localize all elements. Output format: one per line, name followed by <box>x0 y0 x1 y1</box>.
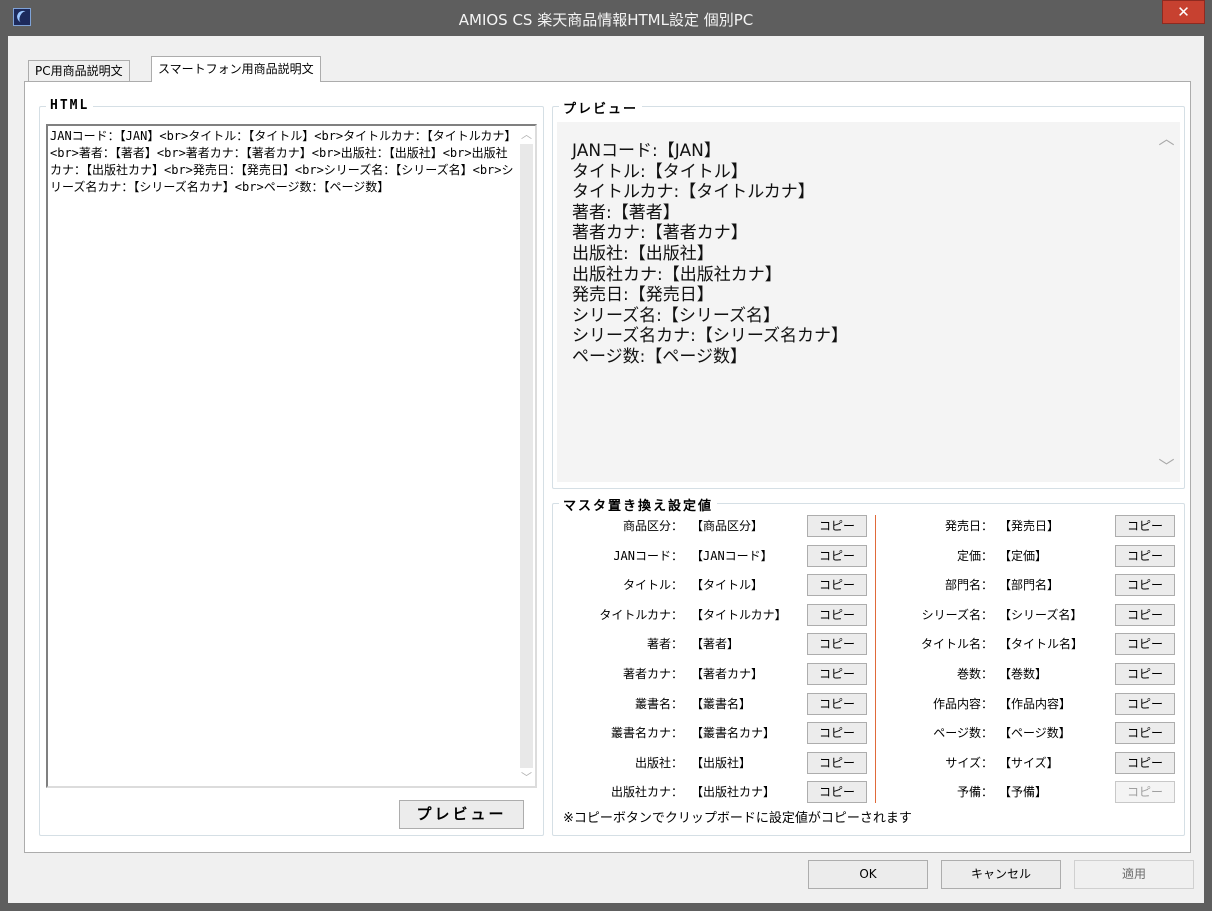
html-textarea-content[interactable]: JANコード：【JAN】<br>タイトル：【タイトル】<br>タイトルカナ：【タ… <box>50 128 517 196</box>
master-row: 定価： 【定価】 コピー <box>553 544 1186 569</box>
master-key-label: ページ数： <box>933 726 993 741</box>
copy-button[interactable]: コピー <box>1115 663 1175 685</box>
master-key-label: シリーズ名： <box>921 607 993 622</box>
master-row: シリーズ名： 【シリーズ名】 コピー <box>553 603 1186 628</box>
window-title: AMIOS CS 楽天商品情報HTML設定 個別PC <box>458 11 754 29</box>
scroll-down-icon[interactable]: ﹀ <box>518 769 535 786</box>
tab-pc-description[interactable]: PC用商品説明文 <box>28 60 130 82</box>
master-row: ページ数： 【ページ数】 コピー <box>553 722 1186 746</box>
copy-button[interactable]: コピー <box>1115 722 1175 745</box>
master-row: 部門名： 【部門名】 コピー <box>553 574 1186 598</box>
master-value: 【発売日】 <box>999 519 1060 533</box>
preview-group: プレビュー JANコード:【JAN】 タイトル:【タイトル】 タイトルカナ:【タイト… <box>552 98 1185 489</box>
ok-button[interactable]: OK <box>808 860 928 889</box>
copy-button[interactable]: コピー <box>1115 544 1175 567</box>
copy-button[interactable]: コピー <box>1115 751 1175 774</box>
preview-scrollbar[interactable]: ︿ ﹀ <box>1158 130 1175 475</box>
preview-line: シリーズ名:【シリーズ名】 <box>572 305 781 326</box>
copy-button[interactable]: コピー <box>1115 603 1175 626</box>
master-value: 【巻数】 <box>999 667 1048 681</box>
master-key-label: 巻数： <box>956 667 993 681</box>
master-value: 【ページ数】 <box>999 726 1071 741</box>
master-value: 【タイトル名】 <box>999 637 1084 652</box>
title-bar[interactable]: AMIOS CS 楽天商品情報HTML設定 個別PC ✕ <box>0 0 1212 36</box>
master-key-label: 予備： <box>956 785 993 800</box>
scroll-up-icon[interactable]: ︿ <box>1158 130 1175 147</box>
apply-button[interactable]: 適用 <box>1074 860 1194 889</box>
preview-line: タイトル:【タイトル】 <box>572 161 748 182</box>
close-button[interactable]: ✕ <box>1162 0 1205 24</box>
copy-note: ※コピーボタンでクリップボードに設定値がコピーされます <box>563 811 912 826</box>
copy-button[interactable]: コピー <box>1115 633 1175 656</box>
master-value: 【シリーズ名】 <box>999 607 1083 622</box>
preview-group-legend: プレビュー <box>559 98 643 117</box>
tab-smartphone-description[interactable]: スマートフォン用商品説明文 <box>151 56 321 82</box>
master-row: タイトル名： 【タイトル名】 コピー <box>553 633 1186 657</box>
scroll-track[interactable] <box>520 144 533 768</box>
master-key-label: タイトル名： <box>920 637 993 652</box>
master-row: サイズ： 【サイズ】 コピー <box>553 751 1186 776</box>
copy-button[interactable]: コピー <box>1115 515 1175 537</box>
master-values-group: マスタ置き換え設定値 商品区分： 【商品区分】 コピー JANコード： 【JANコード】… <box>552 495 1186 836</box>
preview-line: タイトルカナ:【タイトルカナ】 <box>572 182 815 203</box>
master-value: 【部門名】 <box>999 578 1060 593</box>
master-value: 【予備】 <box>999 785 1048 800</box>
html-scrollbar[interactable]: ︿ ﹀ <box>518 126 535 786</box>
master-value: 【サイズ】 <box>999 755 1059 770</box>
cancel-button[interactable]: キャンセル <box>941 860 1061 889</box>
dialog-body: PC用商品説明文 スマートフォン用商品説明文 HTML JANコード：【JAN】… <box>8 36 1204 903</box>
scroll-down-icon[interactable]: ﹀ <box>1158 458 1175 475</box>
master-row: 巻数： 【巻数】 コピー <box>553 663 1186 687</box>
master-value: 【作品内容】 <box>999 696 1072 711</box>
tab-panel-smartphone: HTML JANコード：【JAN】<br>タイトル：【タイトル】<br>タイトル… <box>24 81 1191 853</box>
html-group-legend: HTML <box>46 98 94 113</box>
master-key-label: 作品内容： <box>932 696 993 711</box>
copy-button[interactable]: コピー <box>1115 574 1175 597</box>
preview-line: 出版社:【出版社】 <box>572 243 714 264</box>
preview-line: 出版社カナ:【出版社カナ】 <box>572 264 782 285</box>
preview-line: 著者:【著者】 <box>572 202 680 223</box>
preview-line: 著者カナ:【著者カナ】 <box>572 223 748 244</box>
master-key-label: サイズ： <box>945 755 993 770</box>
copy-button: コピー <box>1115 781 1175 804</box>
master-group-legend: マスタ置き換え設定値 <box>559 495 718 514</box>
copy-button[interactable]: コピー <box>1115 692 1175 715</box>
master-value: 【定価】 <box>999 548 1048 563</box>
preview-text: JANコード:【JAN】 タイトル:【タイトル】 タイトルカナ:【タイトルカナ】 著者… <box>572 141 848 368</box>
preview-line: ページ数:【ページ数】 <box>572 346 748 367</box>
master-row: 発売日： 【発売日】 コピー <box>553 515 1186 539</box>
html-textarea[interactable]: JANコード：【JAN】<br>タイトル：【タイトル】<br>タイトルカナ：【タ… <box>46 124 537 788</box>
master-key-label: 定価： <box>956 548 993 563</box>
preview-line: 発売日:【発売日】 <box>572 285 714 306</box>
html-group: HTML JANコード：【JAN】<br>タイトル：【タイトル】<br>タイトル… <box>39 98 544 836</box>
preview-line: JANコード:【JAN】 <box>572 141 721 161</box>
app-window: AMIOS CS 楽天商品情報HTML設定 個別PC ✕ PC用商品説明文 スマ… <box>0 0 1212 911</box>
master-key-label: 発売日： <box>944 519 993 533</box>
master-row: 作品内容： 【作品内容】 コピー <box>553 692 1186 717</box>
preview-button[interactable]: プレビュー <box>399 800 524 829</box>
preview-line: シリーズ名カナ:【シリーズ名カナ】 <box>572 326 849 347</box>
scroll-up-icon[interactable]: ︿ <box>518 126 535 143</box>
preview-area: JANコード:【JAN】 タイトル:【タイトル】 タイトルカナ:【タイトルカナ】 著者… <box>557 122 1180 482</box>
master-key-label: 部門名： <box>944 578 993 593</box>
master-row: 予備： 【予備】 コピー <box>553 781 1186 805</box>
